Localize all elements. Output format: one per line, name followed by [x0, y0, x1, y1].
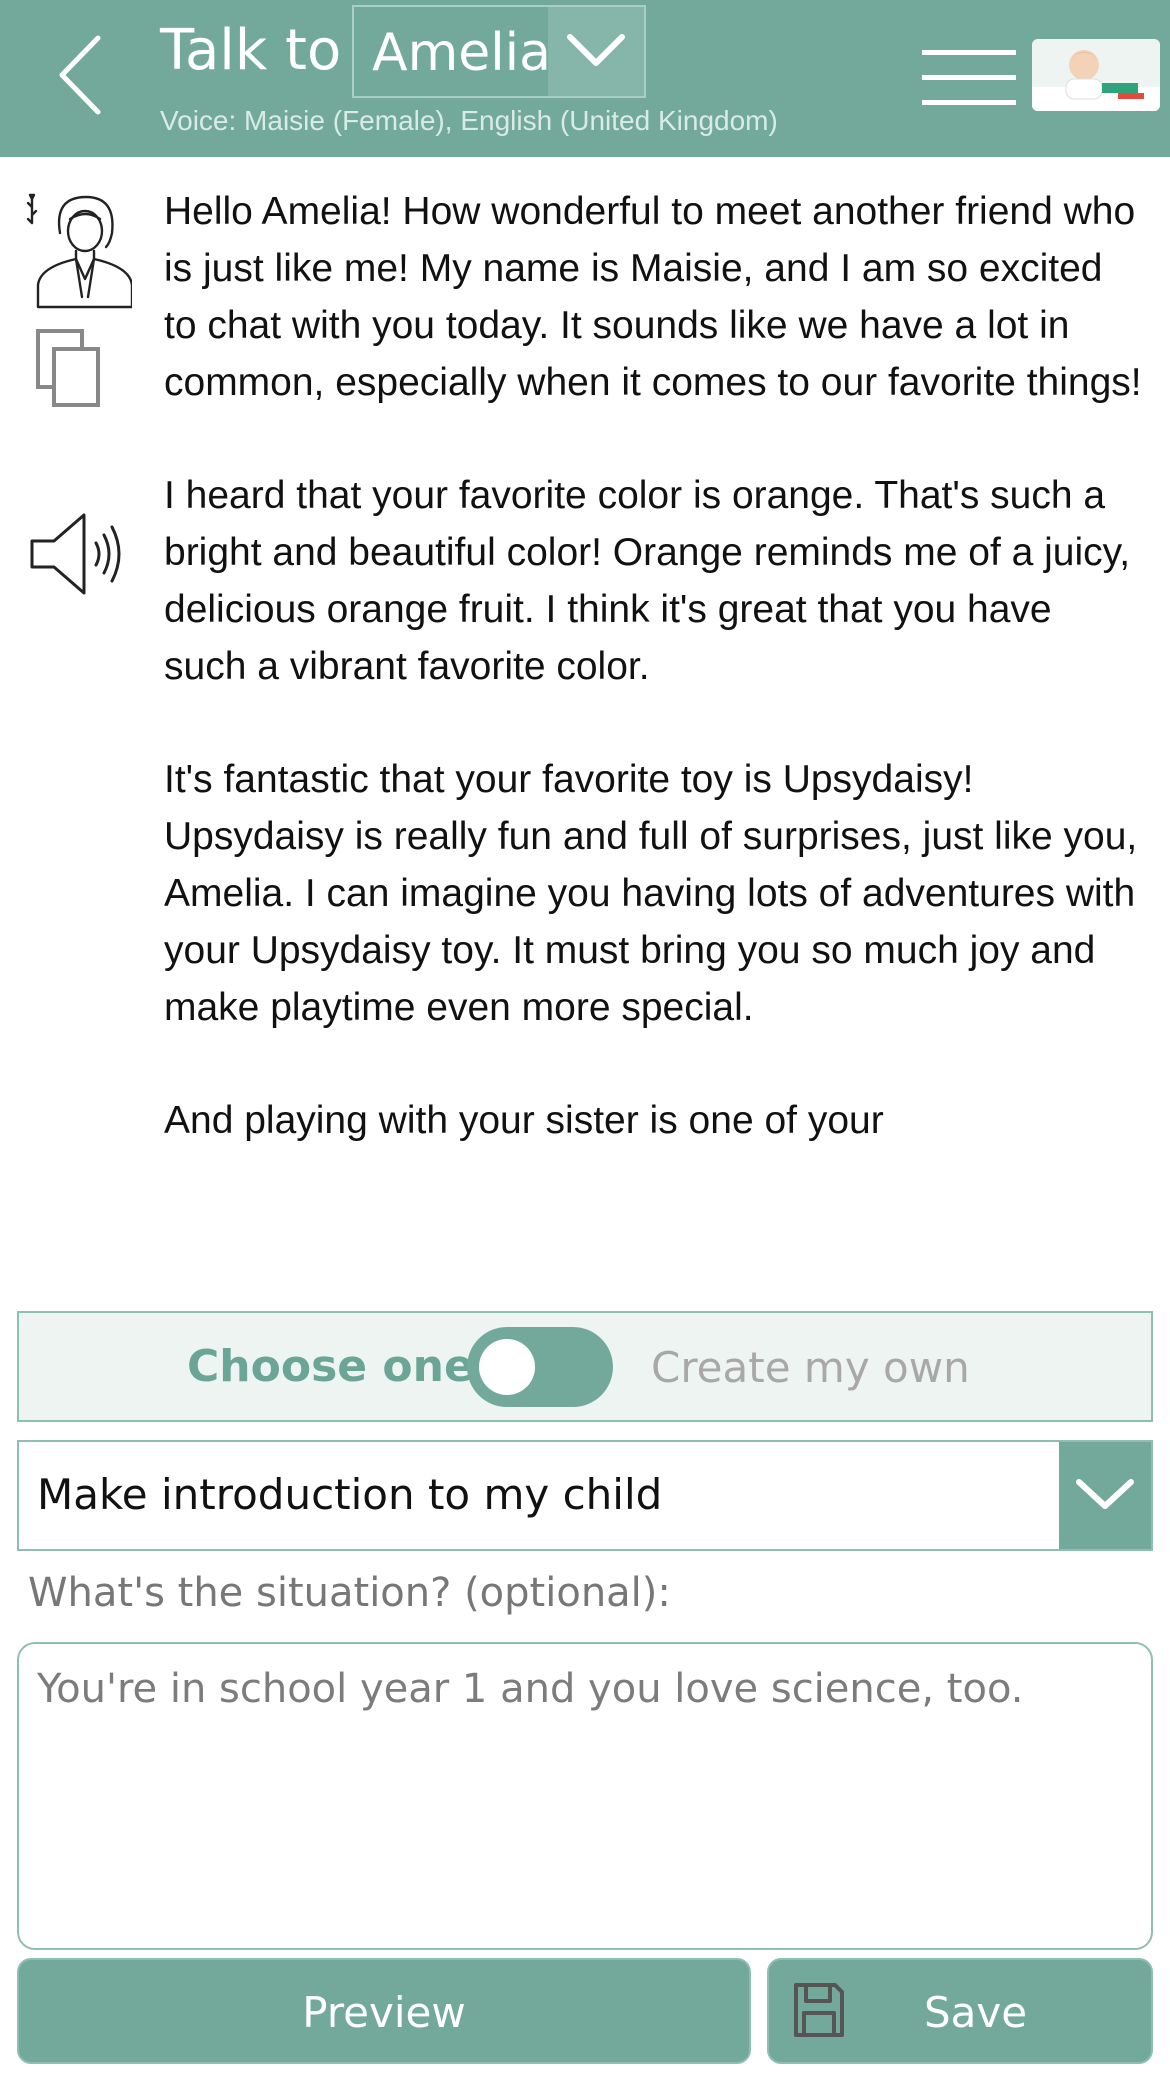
choose-one-label[interactable]: Choose one: [187, 1341, 474, 1392]
mode-toggle-switch[interactable]: [467, 1327, 613, 1407]
preview-button[interactable]: Preview: [17, 1958, 751, 2064]
preview-button-label: Preview: [302, 1988, 466, 2037]
child-select[interactable]: Amelia: [352, 5, 646, 98]
create-my-own-label[interactable]: Create my own: [651, 1343, 970, 1392]
message-paragraph: It's fantastic that your favorite toy is…: [164, 758, 1138, 1029]
mode-selector: Choose one Create my own: [17, 1311, 1153, 1422]
child-select-toggle[interactable]: [548, 7, 644, 96]
message-paragraph: Hello Amelia! How wonderful to meet anot…: [164, 190, 1142, 404]
save-button[interactable]: Save: [767, 1958, 1153, 2064]
assistant-message: Hello Amelia! How wonderful to meet anot…: [164, 183, 1144, 1205]
speaker-icon: [30, 513, 121, 595]
situation-input[interactable]: [17, 1642, 1153, 1950]
prompt-select-toggle[interactable]: [1059, 1442, 1151, 1549]
back-button[interactable]: [48, 30, 118, 120]
child-name: Amelia: [372, 23, 551, 83]
prompt-selected-value: Make introduction to my child: [37, 1470, 663, 1519]
chevron-down-icon: [1076, 1479, 1134, 1509]
toggle-knob: [479, 1339, 535, 1395]
menu-button[interactable]: [922, 50, 1016, 108]
woman-avatar-icon: [26, 193, 132, 309]
prompt-select[interactable]: Make introduction to my child: [17, 1440, 1153, 1551]
app-header: Talk to Amelia Voice: Maisie (Female), E…: [0, 0, 1170, 157]
copy-icon: [36, 329, 100, 407]
child-avatar[interactable]: [1032, 39, 1160, 111]
voice-info: Voice: Maisie (Female), English (United …: [160, 105, 778, 136]
hamburger-menu-icon: [922, 50, 1016, 55]
save-button-label: Save: [924, 1988, 1028, 2037]
chevron-left-icon: [59, 35, 101, 115]
message-paragraph: I heard that your favorite color is oran…: [164, 474, 1131, 688]
hamburger-line: [922, 75, 1016, 80]
chevron-down-icon: [567, 34, 625, 66]
situation-label: What's the situation? (optional):: [28, 1570, 671, 1616]
conversation-area[interactable]: Hello Amelia! How wonderful to meet anot…: [0, 157, 1170, 1292]
floppy-disk-icon: [794, 1983, 844, 2037]
child-photo: [1032, 39, 1160, 111]
talk-to-label: Talk to: [160, 18, 342, 83]
message-paragraph: And playing with your sister is one of y…: [164, 1099, 884, 1142]
hamburger-line: [922, 100, 1016, 105]
